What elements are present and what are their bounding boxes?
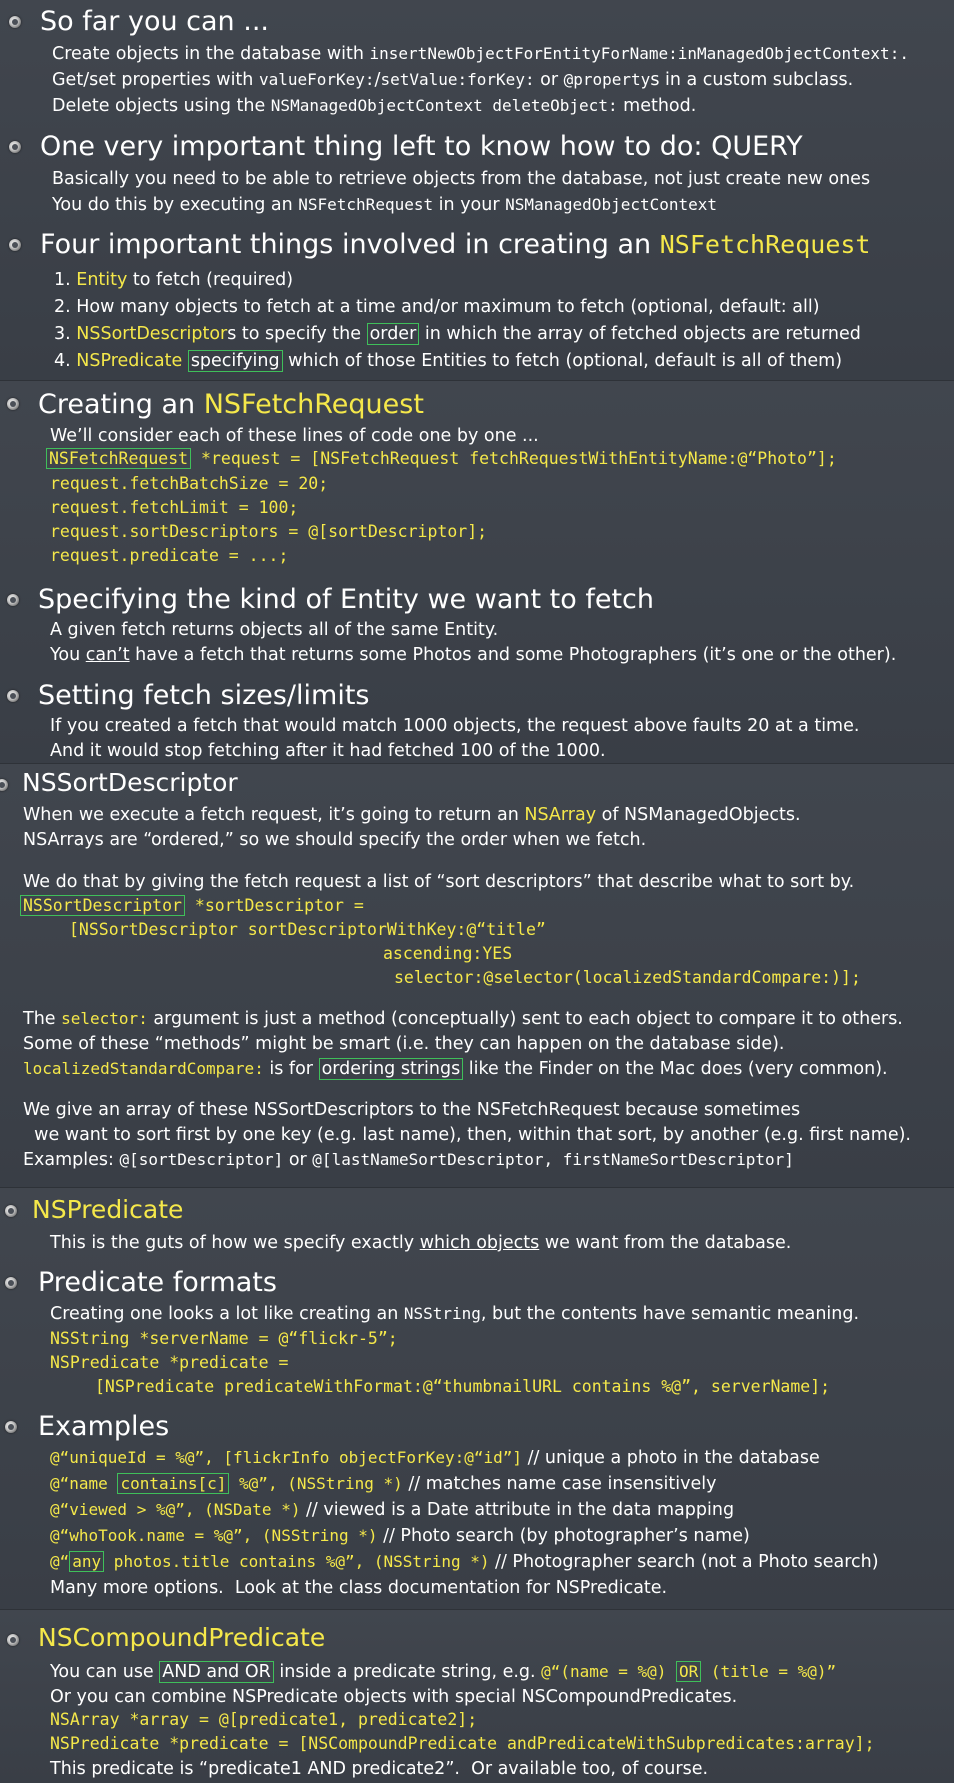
heading: One very important thing left to know ho… <box>40 131 803 162</box>
code-line: request.predicate = ...; <box>50 546 289 565</box>
code-line: request.fetchBatchSize = 20; <box>50 474 329 493</box>
body-line: Many more options. Look at the class doc… <box>50 1578 668 1598</box>
body-line: Or you can combine NSPredicate objects w… <box>50 1687 738 1707</box>
body-line: If you created a fetch that would match … <box>50 716 860 736</box>
slide-compound-predicate: NSCompoundPredicate You can use AND and … <box>0 1609 954 1783</box>
body-line: When we execute a fetch request, it’s go… <box>23 805 801 825</box>
bullet-icon <box>5 1205 17 1217</box>
body-line: Delete objects using the NSManagedObject… <box>52 96 697 116</box>
heading: So far you can ... <box>40 6 269 37</box>
code-line: NSPredicate *predicate = [NSCompoundPred… <box>50 1734 875 1753</box>
body-line: Creating one looks a lot like creating a… <box>50 1304 860 1324</box>
body-line: You can’t have a fetch that returns some… <box>50 645 897 665</box>
bullet-icon <box>9 239 21 251</box>
slide-predicate: NSPredicate This is the guts of how we s… <box>0 1187 954 1610</box>
example-line: @“whoTook.name = %@”, (NSString *) // Ph… <box>50 1526 750 1546</box>
heading: Setting fetch sizes/limits <box>38 680 370 711</box>
body-line: This is the guts of how we specify exact… <box>50 1233 792 1253</box>
body-line: Create objects in the database with inse… <box>52 44 909 64</box>
code-line: NSFetchRequest *request = [NSFetchReques… <box>46 448 837 469</box>
heading: Four important things involved in creati… <box>40 229 871 260</box>
body-line: Examples: @[sortDescriptor] or @[lastNam… <box>23 1150 794 1170</box>
code-line: selector:@selector(localizedStandardComp… <box>394 968 861 987</box>
body-line: We do that by giving the fetch request a… <box>23 872 855 892</box>
example-line: @“ any photos.title contains %@”, (NSStri… <box>50 1551 879 1572</box>
heading: NSPredicate <box>32 1195 184 1224</box>
bullet-icon <box>9 16 21 28</box>
bullet-icon <box>5 1277 17 1289</box>
heading: Examples <box>38 1411 170 1442</box>
list-item: 1. Entity to fetch (required) <box>54 270 294 290</box>
body-line: You can use AND and OR inside a predicat… <box>50 1661 837 1683</box>
body-line: And it would stop fetching after it had … <box>50 741 606 761</box>
code-line: ascending:YES <box>383 944 513 963</box>
bullet-icon <box>7 690 19 702</box>
heading: NSCompoundPredicate <box>38 1623 326 1652</box>
heading: NSSortDescriptor <box>22 768 238 797</box>
list-item: 4. NSPredicate specifying which of those… <box>54 350 843 372</box>
code-line: NSSortDescriptor *sortDescriptor = <box>20 895 364 916</box>
bullet-icon <box>5 1421 17 1433</box>
code-line: NSString *serverName = @“flickr-5”; <box>50 1329 398 1348</box>
code-line: [NSSortDescriptor sortDescriptorWithKey:… <box>69 920 546 939</box>
example-line: @“uniqueId = %@”, [flickrInfo objectForK… <box>50 1448 820 1468</box>
body-line: Some of these “methods” might be smart (… <box>23 1034 785 1054</box>
code-line: request.sortDescriptors = @[sortDescript… <box>50 522 488 541</box>
code-line: NSArray *array = @[predicate1, predicate… <box>50 1710 478 1729</box>
code-line: [NSPredicate predicateWithFormat:@“thumb… <box>95 1377 831 1396</box>
code-line: request.fetchLimit = 100; <box>50 498 299 517</box>
slide-creating-fetch-request: Creating an NSFetchRequest We’ll conside… <box>0 380 954 764</box>
heading: Predicate formats <box>38 1267 277 1298</box>
example-line: @“name contains[c] %@”, (NSString *) // … <box>50 1473 717 1494</box>
slide-query-intro: So far you can ... Create objects in the… <box>0 0 954 380</box>
bullet-icon <box>7 398 19 410</box>
body-line: Basically you need to be able to retriev… <box>52 169 871 189</box>
body-line: NSArrays are “ordered,” so we should spe… <box>23 830 647 850</box>
body-line: we want to sort first by one key (e.g. l… <box>23 1125 911 1145</box>
bullet-icon <box>7 594 19 606</box>
bullet-icon <box>9 141 21 153</box>
body-line: This predicate is “predicate1 AND predic… <box>50 1759 709 1779</box>
slide-sort-descriptor: NSSortDescriptor When we execute a fetch… <box>0 763 954 1188</box>
body-line: localizedStandardCompare: is for orderin… <box>23 1058 888 1080</box>
body-line: A given fetch returns objects all of the… <box>50 620 499 640</box>
heading: Creating an NSFetchRequest <box>38 389 424 420</box>
body-line: We give an array of these NSSortDescript… <box>23 1100 801 1120</box>
list-item: 2. How many objects to fetch at a time a… <box>54 297 820 317</box>
bullet-icon <box>7 1634 19 1646</box>
heading: Specifying the kind of Entity we want to… <box>38 584 654 615</box>
list-item: 3. NSSortDescriptors to specify the orde… <box>54 323 861 345</box>
example-line: @“viewed > %@”, (NSDate *) // viewed is … <box>50 1500 735 1520</box>
code-line: NSPredicate *predicate = <box>50 1353 289 1372</box>
body-line: You do this by executing an NSFetchReque… <box>52 195 718 215</box>
body-line: The selector: argument is just a method … <box>23 1009 903 1029</box>
body-line: Get/set properties with valueForKey:/set… <box>52 70 854 90</box>
bullet-icon <box>0 779 8 791</box>
body-line: We’ll consider each of these lines of co… <box>50 426 539 446</box>
